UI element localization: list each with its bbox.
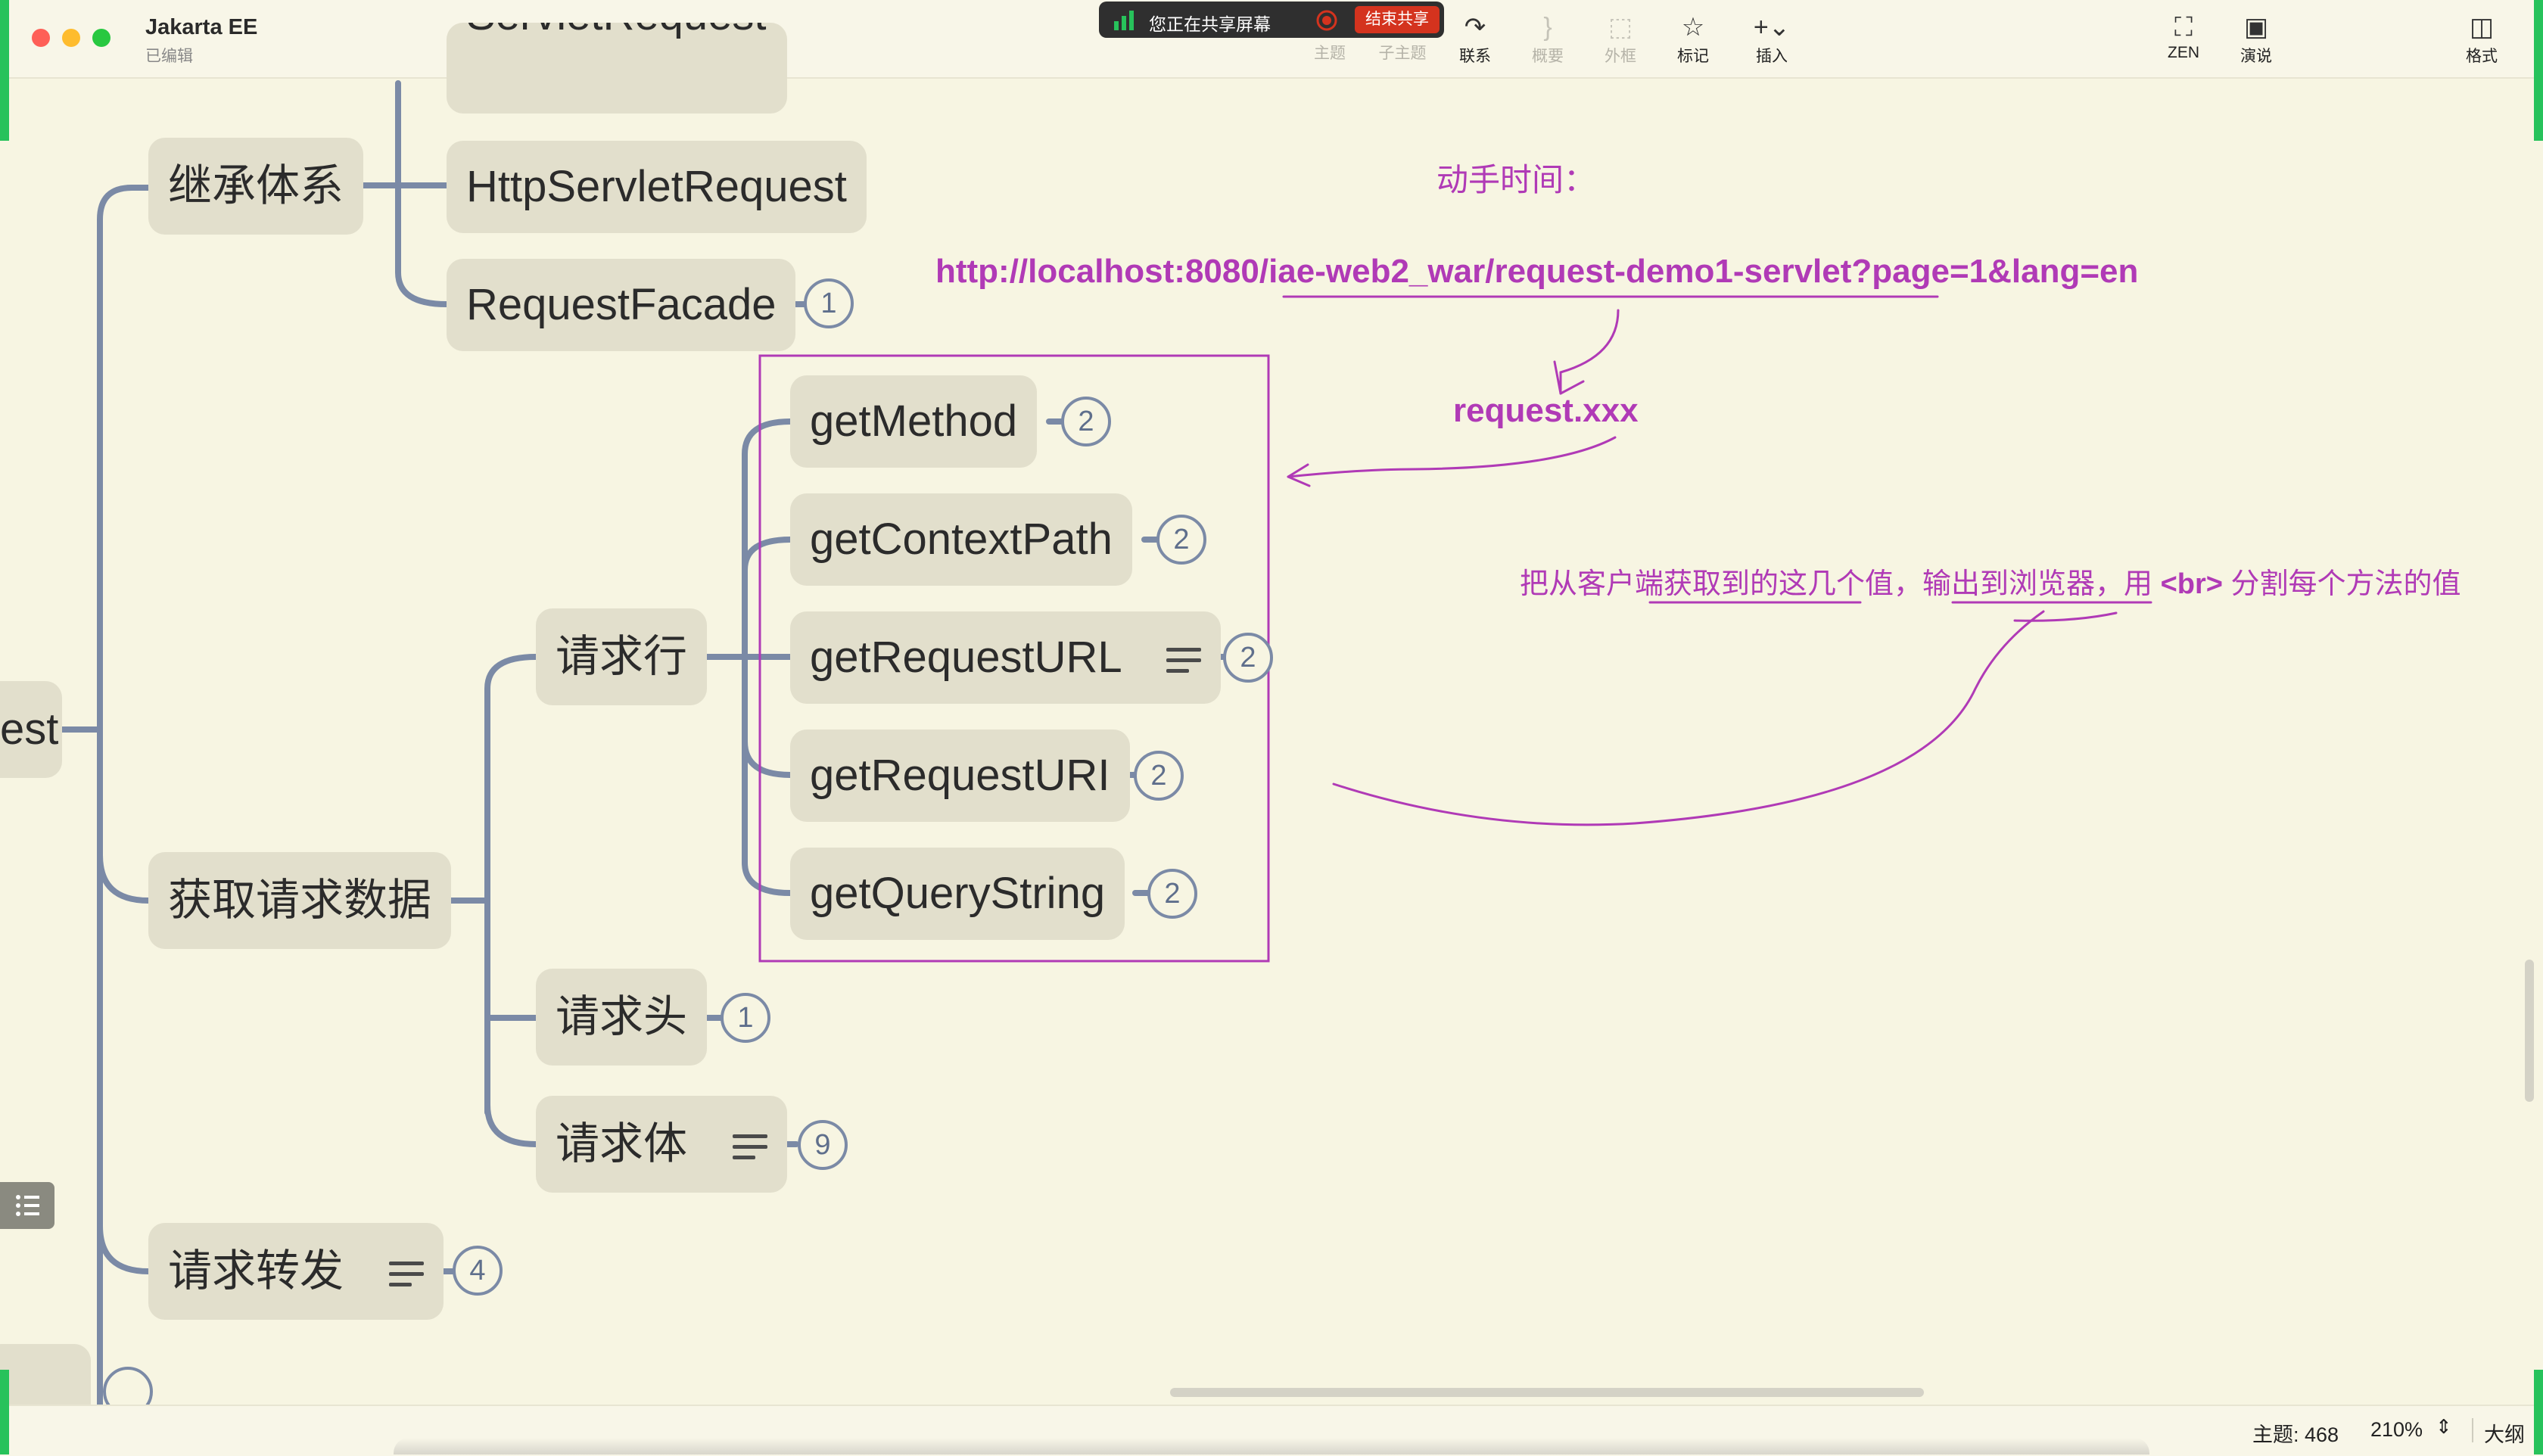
topic-request-forward[interactable]: 请求转发 — [148, 1223, 444, 1320]
topic-httpservletrequest[interactable]: HttpServletRequest — [447, 141, 867, 233]
topic-inheritance[interactable]: 继承体系 — [148, 138, 364, 235]
topic-requestfacade[interactable]: RequestFacade — [447, 259, 796, 351]
instruction-annotation: 把从客户端获取到的这几个值，输出到浏览器，用 <br> 分割每个方法的值 — [1520, 568, 2461, 600]
child-count-badge[interactable]: 2 — [1134, 751, 1184, 801]
badge-partial-bottom — [103, 1367, 153, 1405]
topic-getrequesturl[interactable]: getRequestURL — [790, 611, 1221, 704]
topic-getrequesturi[interactable]: getRequestURI — [790, 730, 1130, 822]
child-count-badge[interactable]: 2 — [1061, 397, 1111, 446]
request-xxx-annotation: request.xxx — [1453, 392, 1639, 429]
share-border-left-bottom — [0, 1370, 9, 1454]
topic-getcontextpath[interactable]: getContextPath — [790, 493, 1132, 586]
zoom-level[interactable]: 210% — [2370, 1418, 2423, 1442]
outline-button[interactable]: 大纲 — [2484, 1418, 2525, 1448]
notes-icon[interactable] — [733, 1128, 768, 1166]
topic-count: 主题: 468 — [2252, 1423, 2339, 1446]
status-divider — [2472, 1418, 2473, 1442]
list-icon — [16, 1195, 39, 1216]
topic-request-header[interactable]: 请求头 — [536, 969, 708, 1066]
bottom-shadow — [394, 1438, 2149, 1454]
notes-icon[interactable] — [1166, 641, 1201, 680]
child-count-badge[interactable]: 9 — [798, 1120, 848, 1170]
child-count-badge[interactable]: 2 — [1223, 633, 1273, 683]
horizontal-scrollbar[interactable] — [1170, 1388, 1924, 1397]
child-count-badge[interactable]: 1 — [804, 278, 854, 328]
child-count-badge[interactable]: 2 — [1156, 515, 1206, 565]
topic-partial-bottom[interactable] — [0, 1344, 91, 1405]
topic-request-line[interactable]: 请求行 — [536, 608, 708, 705]
child-count-badge[interactable]: 4 — [453, 1246, 503, 1296]
share-border-right-bottom — [2534, 1370, 2543, 1454]
topic-getquerystring[interactable]: getQueryString — [790, 848, 1125, 940]
topic-servletrequest-partial[interactable]: ServletRequest — [447, 23, 787, 114]
hands-on-label: 动手时间： — [1436, 162, 1596, 198]
child-count-badge[interactable]: 2 — [1147, 869, 1197, 919]
vertical-scrollbar[interactable] — [2525, 960, 2534, 1102]
topic-getmethod[interactable]: getMethod — [790, 375, 1038, 468]
topic-request-body[interactable]: 请求体 — [536, 1096, 788, 1193]
zoom-stepper-icon[interactable]: ⇕ — [2436, 1415, 2452, 1439]
notes-icon[interactable] — [389, 1255, 425, 1293]
outline-toggle-button[interactable] — [0, 1182, 54, 1229]
root-topic-partial[interactable]: est — [0, 681, 62, 778]
topic-get-request-data[interactable]: 获取请求数据 — [148, 852, 452, 949]
child-count-badge[interactable]: 1 — [721, 993, 770, 1043]
url-annotation: http://localhost:8080/iae-web2_war/reque… — [935, 253, 2139, 290]
